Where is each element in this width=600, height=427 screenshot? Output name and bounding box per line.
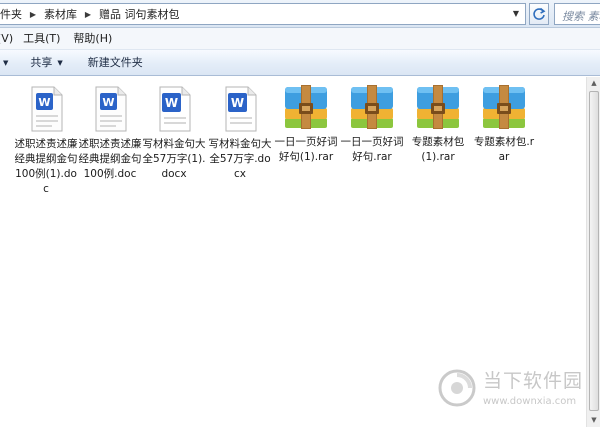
scroll-down-arrow-icon[interactable]: ▼ (587, 414, 600, 427)
breadcrumb-item-current[interactable]: 赠品 词句素材包 (95, 6, 184, 22)
svg-text:W: W (38, 96, 50, 109)
address-bar[interactable]: 件夹 ▶ 素材库 ▶ 赠品 词句素材包 ▼ (0, 3, 526, 25)
file-name: 写材料金句大全57万字(1).docx (142, 138, 206, 180)
watermark-brand: 当下软件园 (483, 370, 584, 392)
refresh-button[interactable] (529, 3, 549, 25)
file-item[interactable]: 一日一页好词好句.rar (338, 84, 406, 165)
address-history-dropdown-icon[interactable]: ▼ (509, 6, 523, 22)
breadcrumb-arrow-icon[interactable]: ▶ (26, 10, 40, 19)
breadcrumb-arrow-icon[interactable]: ▶ (81, 10, 95, 19)
breadcrumb-item-parent[interactable]: 件夹 (0, 6, 26, 22)
share-dropdown-icon: ▼ (57, 58, 63, 67)
file-list: W 述职述责述廉经典提纲金句100例(1).doc W 述职述责述廉经典提纲金句… (0, 77, 586, 427)
breadcrumb: 件夹 ▶ 素材库 ▶ 赠品 词句素材包 (0, 4, 184, 24)
address-bar-row: 件夹 ▶ 素材库 ▶ 赠品 词句素材包 ▼ 搜索 素材包 (0, 0, 600, 28)
file-item[interactable]: W 述职述责述廉经典提纲金句100例.doc (76, 86, 144, 182)
file-name: 专题素材包.rar (473, 136, 535, 163)
command-toolbar: ▼ 共享 ▼ 新建文件夹 (0, 50, 600, 76)
svg-text:W: W (102, 96, 114, 109)
rar-archive-icon (414, 84, 462, 130)
file-item[interactable]: W 写材料金句大全57万字(1).docx (140, 86, 208, 182)
file-item[interactable]: 一日一页好词好句(1).rar (272, 84, 340, 165)
file-name: 述职述责述廉经典提纲金句100例.doc (78, 138, 142, 180)
menu-bar: (V) 工具(T) 帮助(H) (0, 28, 600, 50)
search-input[interactable]: 搜索 素材包 (554, 3, 600, 25)
refresh-icon (533, 7, 546, 20)
svg-text:W: W (231, 96, 244, 110)
rar-archive-icon (348, 84, 396, 130)
share-button[interactable]: 共享 ▼ (30, 50, 62, 76)
share-label: 共享 (30, 55, 53, 69)
word-docx-icon: W (150, 86, 198, 132)
menu-view[interactable]: (V) (0, 28, 13, 50)
downxia-logo-icon (438, 369, 476, 407)
file-item[interactable]: 专题素材包(1).rar (404, 84, 472, 165)
file-item[interactable]: 专题素材包.rar (470, 84, 538, 165)
svg-text:W: W (165, 96, 178, 110)
file-item[interactable]: W 述职述责述廉经典提纲金句100例(1).doc (12, 86, 80, 197)
file-item[interactable]: W 写材料金句大全57万字.docx (206, 86, 274, 182)
file-name: 述职述责述廉经典提纲金句100例(1).doc (14, 138, 78, 195)
search-placeholder: 搜索 素材包 (562, 10, 600, 23)
breadcrumb-item-library[interactable]: 素材库 (40, 6, 81, 22)
menu-tools[interactable]: 工具(T) (23, 28, 60, 50)
scrollbar-thumb[interactable] (589, 91, 599, 411)
rar-archive-icon (480, 84, 528, 130)
word-doc-icon: W (86, 86, 134, 132)
scroll-up-arrow-icon[interactable]: ▲ (587, 77, 600, 90)
file-name: 专题素材包(1).rar (411, 136, 465, 163)
watermark-url: www.downxia.com (483, 396, 577, 407)
word-docx-icon: W (216, 86, 264, 132)
vertical-scrollbar[interactable]: ▲ ▼ (586, 77, 600, 427)
new-folder-button[interactable]: 新建文件夹 (88, 50, 143, 76)
file-name: 一日一页好词好句.rar (340, 136, 404, 163)
menu-help[interactable]: 帮助(H) (73, 28, 112, 50)
rar-archive-icon (282, 84, 330, 130)
organize-dropdown-icon[interactable]: ▼ (0, 50, 8, 76)
watermark: 当下软件园 www.downxia.com (437, 366, 587, 416)
word-doc-icon: W (22, 86, 70, 132)
file-name: 写材料金句大全57万字.docx (208, 138, 272, 180)
file-name: 一日一页好词好句(1).rar (274, 136, 338, 163)
